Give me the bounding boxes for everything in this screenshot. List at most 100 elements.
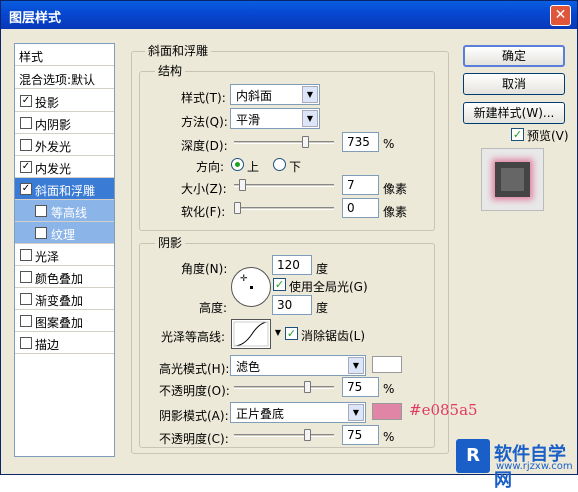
- list-item-label: 描边: [35, 338, 60, 352]
- style-list: 样式 混合选项:默认 ✓ 投影 内阴影 外发光 ✓ 内发光 ✓ 斜面和浮雕 等高线 纹…: [14, 43, 115, 457]
- gloss-contour-label: 光泽等高线:: [161, 330, 226, 344]
- size-slider-thumb[interactable]: [239, 179, 246, 191]
- direction-up-radio[interactable]: [231, 158, 244, 171]
- highlight-opacity-input[interactable]: 75: [342, 377, 379, 397]
- gloss-contour-picker[interactable]: ▼: [231, 319, 281, 349]
- list-item-label: 混合选项:默认: [19, 73, 96, 87]
- texture-checkbox[interactable]: [35, 227, 47, 239]
- style-preview: [481, 148, 544, 211]
- list-item-outer-glow[interactable]: 外发光: [15, 134, 114, 156]
- direction-up-label: 上: [247, 160, 260, 174]
- depth-slider[interactable]: [234, 136, 334, 148]
- shadow-mode-select[interactable]: 正片叠底 ▼: [230, 402, 366, 423]
- list-item-label: 内阴影: [35, 118, 72, 132]
- list-item-label: 等高线: [51, 206, 88, 220]
- highlight-opacity-slider[interactable]: [234, 381, 334, 393]
- outer-glow-checkbox[interactable]: [20, 139, 32, 151]
- list-item-label: 光泽: [35, 250, 60, 264]
- list-item-texture[interactable]: 纹理: [15, 222, 114, 244]
- list-item-gradient-overlay[interactable]: 渐变叠加: [15, 288, 114, 310]
- soften-slider[interactable]: [234, 202, 334, 214]
- shading-title: 阴影: [155, 234, 186, 251]
- soften-input[interactable]: 0: [342, 198, 379, 218]
- list-item-label: 投影: [35, 96, 60, 110]
- satin-checkbox[interactable]: [20, 249, 32, 261]
- list-item-color-overlay[interactable]: 颜色叠加: [15, 266, 114, 288]
- technique-select[interactable]: 平滑 ▼: [230, 108, 320, 129]
- angle-unit: 度: [316, 262, 329, 276]
- close-button[interactable]: ✕: [550, 5, 571, 26]
- list-item-inner-shadow[interactable]: 内阴影: [15, 112, 114, 134]
- shadow-color-swatch[interactable]: [372, 403, 402, 420]
- list-item-contour[interactable]: 等高线: [15, 200, 114, 222]
- ok-button[interactable]: 确定: [463, 45, 565, 67]
- shadow-opacity-input[interactable]: 75: [342, 425, 379, 445]
- shadow-opacity-thumb[interactable]: [304, 429, 311, 441]
- size-input[interactable]: 7: [342, 175, 379, 195]
- highlight-mode-select[interactable]: 滤色 ▼: [230, 355, 366, 376]
- highlight-mode-value: 滤色: [236, 360, 261, 374]
- global-light-checkbox[interactable]: ✓: [273, 278, 286, 291]
- stroke-checkbox[interactable]: [20, 337, 32, 349]
- list-item-styles[interactable]: 样式: [15, 44, 114, 66]
- highlight-mode-label: 高光模式(H):: [159, 362, 230, 376]
- depth-input[interactable]: 735: [342, 132, 379, 152]
- color-overlay-checkbox[interactable]: [20, 271, 32, 283]
- preview-checkbox[interactable]: ✓: [511, 128, 524, 141]
- hex-annotation: #e085a5: [409, 401, 478, 419]
- bevel-emboss-checkbox[interactable]: ✓: [20, 183, 32, 195]
- angle-dial[interactable]: ✛: [231, 267, 271, 307]
- preview-label: 预览(V): [527, 129, 569, 143]
- soften-label: 软化(F):: [181, 205, 226, 219]
- highlight-opacity-thumb[interactable]: [304, 381, 311, 393]
- soften-slider-thumb[interactable]: [234, 202, 241, 214]
- list-item-pattern-overlay[interactable]: 图案叠加: [15, 310, 114, 332]
- technique-label: 方法(Q):: [181, 115, 228, 129]
- bevel-group-title: 斜面和浮雕: [145, 42, 212, 59]
- title-bar: 图层样式 ✕: [1, 1, 577, 29]
- drop-shadow-checkbox[interactable]: ✓: [20, 95, 32, 107]
- chevron-down-icon: ▼: [348, 357, 364, 374]
- cancel-button[interactable]: 取消: [463, 73, 565, 95]
- altitude-input[interactable]: 30: [272, 295, 312, 315]
- highlight-color-swatch[interactable]: [372, 356, 402, 373]
- watermark-logo-icon: R: [456, 439, 490, 473]
- shadow-opacity-unit: %: [383, 430, 395, 444]
- style-select[interactable]: 内斜面 ▼: [230, 84, 320, 105]
- list-item-drop-shadow[interactable]: ✓ 投影: [15, 90, 114, 112]
- size-slider[interactable]: [234, 179, 334, 191]
- watermark-url: www.rjzxw.com: [496, 461, 573, 472]
- list-item-inner-glow[interactable]: ✓ 内发光: [15, 156, 114, 178]
- list-item-label: 渐变叠加: [35, 294, 84, 308]
- highlight-opacity-unit: %: [383, 382, 395, 396]
- direction-down-label: 下: [289, 160, 302, 174]
- list-item-blending-options[interactable]: 混合选项:默认: [15, 67, 114, 89]
- technique-select-value: 平滑: [236, 113, 261, 127]
- chevron-down-icon: ▼: [302, 110, 318, 127]
- list-item-label: 图案叠加: [35, 316, 84, 330]
- depth-slider-thumb[interactable]: [302, 136, 309, 148]
- shadow-opacity-slider[interactable]: [234, 429, 334, 441]
- new-style-button[interactable]: 新建样式(W)...: [463, 102, 565, 124]
- shadow-opacity-label: 不透明度(C):: [159, 432, 229, 446]
- antialias-checkbox[interactable]: ✓: [285, 327, 298, 340]
- gradient-overlay-checkbox[interactable]: [20, 293, 32, 305]
- direction-label: 方向:: [196, 160, 225, 174]
- altitude-unit: 度: [316, 301, 329, 315]
- settings-panel: 斜面和浮雕 结构 样式(T): 内斜面 ▼ 方法(Q): 平滑 ▼ 深度(D): 7…: [131, 42, 449, 458]
- angle-input[interactable]: 120: [272, 255, 312, 275]
- crosshair-icon: ✛: [240, 274, 248, 284]
- list-item-label: 外发光: [35, 140, 72, 154]
- list-item-satin[interactable]: 光泽: [15, 244, 114, 266]
- soften-unit: 像素: [383, 205, 408, 219]
- list-item-stroke[interactable]: 描边: [15, 332, 114, 354]
- pattern-overlay-checkbox[interactable]: [20, 315, 32, 327]
- depth-unit: %: [383, 137, 395, 151]
- contour-checkbox[interactable]: [35, 205, 47, 217]
- list-item-label: 样式: [19, 50, 44, 64]
- inner-glow-checkbox[interactable]: ✓: [20, 161, 32, 173]
- layer-style-dialog: 图层样式 ✕ 样式 混合选项:默认 ✓ 投影 内阴影 外发光 ✓ 内发光 ✓ 斜面和浮…: [0, 0, 578, 491]
- inner-shadow-checkbox[interactable]: [20, 117, 32, 129]
- list-item-bevel-emboss[interactable]: ✓ 斜面和浮雕: [15, 178, 114, 200]
- direction-down-radio[interactable]: [273, 158, 286, 171]
